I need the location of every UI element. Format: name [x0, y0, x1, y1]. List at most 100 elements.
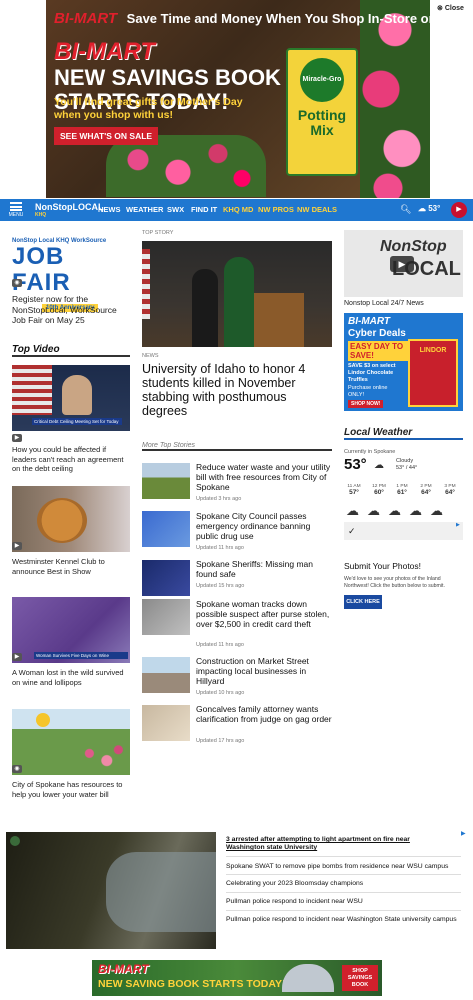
garden-flowers-image [72, 739, 130, 775]
bottom-ad-cta[interactable]: SHOP SAVINGS BOOK [342, 965, 378, 991]
headline-link[interactable]: Spokane SWAT to remove pipe bombs from r… [226, 863, 461, 871]
story-thumbnail[interactable] [142, 599, 190, 635]
story-title[interactable]: Goncalves family attorney wants clarific… [196, 704, 334, 724]
top-ad-image[interactable]: BI-MART Save Time and Money When You Sho… [46, 0, 430, 198]
nonstop-local-247-player[interactable]: NonStop LOCAL ▶ [344, 230, 463, 297]
nav-item-find-it[interactable]: FIND IT [191, 205, 217, 214]
video-icon: ▶ [12, 542, 22, 550]
video-caption[interactable]: City of Spokane has resources to help yo… [12, 780, 130, 799]
video-thumbnail[interactable]: Woman Survives Five Days on Wine [12, 597, 130, 663]
divider [226, 856, 461, 857]
video-caption[interactable]: How you could be affected if leaders can… [12, 445, 130, 474]
top-story-headline[interactable]: University of Idaho to honor 4 students … [142, 362, 322, 418]
small-ad-banner[interactable]: ✓ ▶ [344, 522, 463, 540]
featured-video-player[interactable] [6, 832, 216, 949]
story-time: Updated 17 hrs ago [196, 738, 245, 744]
weather-location: Currently in Spokane [344, 449, 396, 455]
story-thumbnail[interactable] [142, 463, 190, 499]
video-thumbnail[interactable] [12, 486, 130, 552]
nav-item-swx[interactable]: SWX [167, 205, 184, 214]
news-label: NEWS [142, 353, 159, 359]
story-thumbnail[interactable] [142, 511, 190, 547]
video-thumbnail[interactable]: Critical Debt Ceiling Meeting Set for To… [12, 365, 130, 431]
story-thumbnail[interactable] [142, 560, 190, 596]
nav-temp: 53° [428, 204, 441, 213]
story-title[interactable]: Reduce water waste and your utility bill… [196, 462, 334, 492]
ad-subtext: You'll find great gifts for Mother's Day… [54, 96, 243, 121]
cloud-sun-icon: ☁ [418, 204, 426, 213]
hourly-forecast: 1 PM 61° [392, 484, 412, 496]
nav-weather[interactable]: ☁ 53° [418, 204, 440, 213]
nav-item-khq-md[interactable]: KHQ MD [223, 205, 253, 214]
bimart-cyber-deals-ad[interactable]: BI-MART Cyber Deals EASY DAY TO SAVE! SA… [344, 313, 463, 411]
top-ad-banner[interactable]: BI-MART Save Time and Money When You Sho… [0, 0, 473, 198]
ad-cta-button[interactable]: SEE WHAT'S ON SALE [54, 127, 159, 145]
speaker-image [62, 375, 92, 415]
graduate-figure [192, 269, 218, 347]
cyber-title: Cyber Deals [348, 328, 406, 339]
story-title[interactable]: Spokane Sheriffs: Missing man found safe [196, 559, 334, 579]
site-logo[interactable]: NonStopLOCAL KHQ [35, 203, 103, 219]
headline-link[interactable]: Pullman police respond to incident near … [226, 898, 461, 906]
ad-tagline: Save Time and Money When You Shop In-Sto… [126, 11, 430, 26]
channel-logo-icon [10, 836, 20, 846]
cyber-shop-button[interactable]: SHOP NOW! [348, 400, 384, 408]
speaker-figure [224, 257, 254, 347]
nike-swoosh-icon: ✓ [348, 526, 356, 536]
submit-photos-title: Submit Your Photos! [344, 561, 422, 571]
hour-temp: 57° [349, 489, 359, 496]
live-play-icon[interactable]: ▶ [451, 202, 467, 218]
nav-item-weather[interactable]: WEATHER [126, 205, 163, 214]
hour-temp: 64° [445, 489, 455, 496]
story-thumbnail[interactable] [142, 705, 190, 741]
hamburger-icon [10, 202, 22, 211]
weather-title: Local Weather [344, 427, 463, 440]
play-icon[interactable]: ▶ [390, 256, 414, 272]
headline-link[interactable]: Celebrating your 2023 Bloomsday champion… [226, 880, 461, 888]
video-caption[interactable]: Westminster Kennel Club to announce Best… [12, 557, 130, 576]
story-title[interactable]: Construction on Market Street impacting … [196, 656, 334, 686]
ad-brand-small: BI-MART [54, 10, 118, 27]
ad-close-button[interactable]: ⊗ Close [437, 4, 464, 12]
close-icon: ⊗ [437, 5, 443, 12]
nav-item-nw-deals[interactable]: NW DEALS [297, 205, 337, 214]
video-icon: ▶ [12, 434, 22, 442]
cyber-offer: SAVE $3 on select Lindor Chocolate Truff… [348, 363, 396, 383]
job-fair-logo[interactable]: NonStop Local KHQ WorkSource JOB FAIR 10… [12, 238, 130, 312]
headline-link[interactable]: 3 arrested after attempting to light apa… [226, 836, 446, 852]
story-title[interactable]: Spokane City Council passes emergency or… [196, 511, 334, 541]
nav-item-nw-pros[interactable]: NW PROS [258, 205, 294, 214]
cyber-tag: EASY DAY TO SAVE! [348, 341, 408, 361]
divider [226, 874, 461, 875]
nsl-caption[interactable]: Nonstop Local 24/7 News [344, 300, 424, 307]
lindor-box: LINDOR [408, 339, 458, 407]
story-title[interactable]: Spokane woman tracks down possible suspe… [196, 599, 334, 629]
ad-brand-logo: BI-MART [54, 38, 155, 65]
potting-mix-bag: Miracle-Gro Potting Mix [286, 48, 358, 176]
headline-link[interactable]: Pullman police respond to incident near … [226, 916, 461, 924]
divider [226, 892, 461, 893]
job-fair-caption[interactable]: Register now for the NonStopLocal, WorkS… [12, 294, 130, 326]
adchoices-icon[interactable]: ▶ [461, 830, 466, 837]
search-icon[interactable]: 🔍︎ [400, 204, 411, 215]
story-thumbnail[interactable] [142, 657, 190, 693]
top-video-title: Top Video [12, 344, 130, 357]
video-caption[interactable]: A Woman lost in the wild survived on win… [12, 668, 130, 687]
submit-photos-button[interactable]: CLICK HERE [344, 595, 382, 609]
nav-item-news[interactable]: NEWS [98, 205, 121, 214]
hour-temp: 61° [397, 489, 407, 496]
weather-current-temp: 53° [344, 456, 367, 473]
video-banner: Woman Survives Five Days on Wine [34, 652, 128, 659]
tent-image [282, 964, 334, 992]
menu-button[interactable]: MENU [8, 202, 24, 218]
camera-icon: ◉ [12, 765, 22, 773]
top-story-image[interactable] [142, 241, 332, 347]
ad-tagline-row: BI-MART Save Time and Money When You Sho… [54, 10, 430, 27]
flowers-image [360, 0, 430, 198]
adchoices-icon[interactable]: ▶ [456, 522, 460, 528]
bottom-ad-text: NEW SAVING BOOK STARTS TODAY! [98, 978, 286, 990]
bottom-ad-banner[interactable]: BI-MART NEW SAVING BOOK STARTS TODAY! SH… [92, 960, 382, 996]
flag-image [12, 365, 52, 415]
video-thumbnail[interactable] [12, 709, 130, 775]
story-time: Updated 3 hrs ago [196, 496, 242, 502]
